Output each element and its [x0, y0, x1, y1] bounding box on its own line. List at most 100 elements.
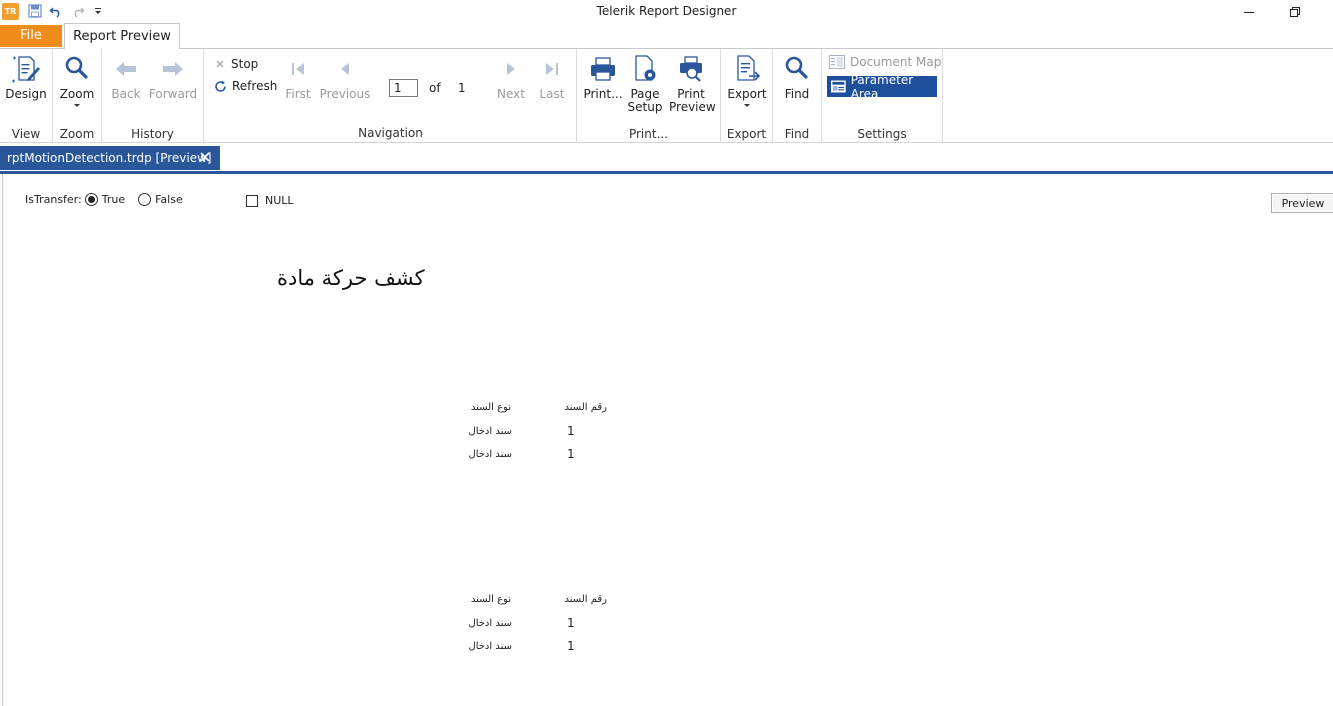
view-group: Design View — [0, 49, 53, 143]
find-button[interactable]: Find — [778, 53, 816, 101]
document-map-label: Document Map — [850, 55, 942, 69]
print-button[interactable]: Print... — [583, 53, 623, 101]
of-label: of — [429, 81, 441, 95]
false-radio[interactable] — [138, 193, 152, 206]
print-preview-label: Print Preview — [669, 87, 716, 114]
parameter-area-button[interactable]: Parameter Area — [827, 73, 937, 101]
zoom-group-label: Zoom — [59, 127, 95, 141]
page-setup-button[interactable]: Page Setup — [627, 53, 663, 114]
table-header-doc-type: نوع السند — [470, 594, 511, 605]
first-page-icon — [282, 53, 314, 85]
design-button[interactable]: Design — [5, 53, 47, 101]
print-group: Print... Page Setup Print Preview Print.… — [577, 49, 721, 143]
print-preview-button[interactable]: Print Preview — [669, 53, 716, 114]
null-checkbox[interactable]: NULL — [246, 194, 294, 207]
first-page-button[interactable]: First — [284, 53, 312, 101]
last-page-label: Last — [539, 87, 565, 101]
stop-label: Stop — [231, 57, 259, 71]
export-group: Export Export — [721, 49, 773, 143]
table-cell-doc-type: سند ادخال — [468, 618, 512, 629]
back-button[interactable]: Back — [110, 53, 142, 101]
document-map-icon — [829, 55, 845, 69]
table-cell-doc-type: سند ادخال — [468, 449, 512, 460]
history-group: Back Forward History — [102, 49, 204, 143]
tab-report-preview[interactable]: Report Preview — [64, 23, 180, 49]
refresh-label: Refresh — [232, 79, 278, 93]
table-header-doc-type: نوع السند — [470, 402, 511, 413]
next-page-icon — [495, 53, 527, 85]
table-header-doc-number: رقم السند — [564, 594, 607, 605]
file-tab[interactable]: File — [0, 25, 62, 47]
find-group: Find Find — [773, 49, 822, 143]
null-label: NULL — [265, 194, 294, 207]
table-cell-doc-number: 1 — [567, 616, 575, 630]
title-bar: TR Telerik Report Designer — [0, 0, 1333, 24]
export-label: Export — [727, 87, 767, 101]
refresh-button[interactable]: Refresh — [214, 77, 277, 95]
zoom-button[interactable]: Zoom — [58, 53, 96, 109]
find-magnifier-icon — [781, 53, 813, 85]
print-group-label: Print... — [628, 127, 669, 141]
total-pages-label: 1 — [458, 81, 466, 95]
last-page-button[interactable]: Last — [538, 53, 566, 101]
istransfer-label: IsTransfer: — [25, 193, 82, 206]
forward-label: Forward — [148, 87, 198, 101]
report-viewer: IsTransfer: True False NULL Preview كشف … — [2, 174, 1333, 706]
table-cell-doc-number: 1 — [567, 447, 575, 461]
ribbon: Design View Zoom Zoom Back Forward Histo… — [0, 49, 1333, 143]
false-label: False — [155, 193, 183, 206]
table-cell-doc-type: سند ادخال — [468, 426, 512, 437]
arrow-right-icon — [157, 53, 189, 85]
table-cell-doc-number: 1 — [567, 424, 575, 438]
forward-button[interactable]: Forward — [148, 53, 198, 101]
dropdown-arrow-icon — [74, 104, 80, 107]
close-icon[interactable] — [199, 151, 211, 166]
document-tab-bar: rptMotionDetection.trdp [Preview] — [0, 145, 1333, 171]
print-label: Print... — [583, 87, 623, 101]
find-group-label: Find — [784, 127, 810, 141]
table-cell-doc-type: سند ادخال — [468, 641, 512, 652]
stop-icon — [216, 60, 224, 68]
document-tab-label: rptMotionDetection.trdp [Preview] — [7, 151, 212, 165]
document-map-button[interactable]: Document Map — [829, 55, 941, 69]
back-label: Back — [111, 87, 141, 101]
preview-button[interactable]: Preview — [1271, 193, 1333, 213]
minimize-button[interactable] — [1226, 0, 1272, 24]
first-page-label: First — [285, 87, 311, 101]
printer-icon — [587, 53, 619, 85]
null-checkbox-box[interactable] — [246, 194, 258, 207]
true-radio[interactable] — [84, 193, 98, 206]
export-icon — [731, 53, 763, 85]
last-page-icon — [536, 53, 568, 85]
table-header-doc-number: رقم السند — [564, 402, 607, 413]
istransfer-parameter: IsTransfer: True False — [25, 193, 183, 206]
print-preview-icon — [675, 53, 707, 85]
document-tab[interactable]: rptMotionDetection.trdp [Preview] — [0, 146, 220, 170]
report-title: كشف حركة مادة — [277, 266, 425, 290]
dropdown-arrow-icon — [744, 104, 750, 107]
settings-group-label: Settings — [857, 127, 907, 141]
export-group-label: Export — [726, 127, 767, 141]
window-title: Telerik Report Designer — [596, 4, 737, 18]
radio-selected-dot — [87, 196, 95, 203]
refresh-icon — [215, 80, 226, 92]
design-icon — [10, 53, 42, 85]
zoom-label: Zoom — [59, 87, 95, 101]
true-label: True — [101, 193, 126, 206]
previous-page-label: Previous — [319, 87, 371, 101]
export-button[interactable]: Export — [727, 53, 767, 109]
page-setup-icon — [629, 53, 661, 85]
stop-button[interactable]: Stop — [214, 55, 258, 73]
parameter-area-label: Parameter Area — [850, 72, 914, 101]
previous-page-button[interactable]: Previous — [319, 53, 371, 101]
parameter-area-icon — [831, 80, 846, 93]
next-page-label: Next — [497, 87, 525, 101]
arrow-left-icon — [110, 53, 142, 85]
navigation-group-label: Navigation — [358, 126, 423, 140]
next-page-button[interactable]: Next — [496, 53, 526, 101]
restore-button[interactable] — [1272, 0, 1318, 24]
magnifier-icon — [61, 53, 93, 85]
find-label: Find — [784, 87, 810, 101]
history-group-label: History — [131, 127, 174, 141]
page-number-input[interactable]: 1 — [389, 79, 418, 97]
